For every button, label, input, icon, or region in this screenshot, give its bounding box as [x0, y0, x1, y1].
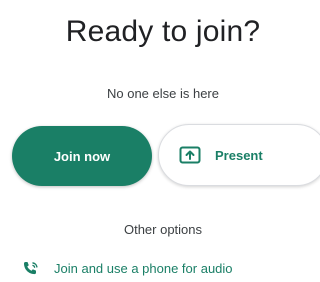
- join-with-phone-link[interactable]: Join and use a phone for audio: [22, 260, 233, 278]
- page-title: Ready to join?: [65, 15, 261, 48]
- present-screen-icon: [179, 146, 201, 164]
- join-now-label: Join now: [53, 148, 111, 164]
- join-now-button[interactable]: Join now: [12, 126, 152, 186]
- present-label: Present: [215, 147, 263, 163]
- phone-audio-icon: [22, 261, 40, 277]
- other-options-heading: Other options: [123, 222, 203, 237]
- join-with-phone-label: Join and use a phone for audio: [54, 261, 233, 276]
- status-text: No one else is here: [106, 86, 219, 101]
- present-button[interactable]: Present: [158, 124, 320, 186]
